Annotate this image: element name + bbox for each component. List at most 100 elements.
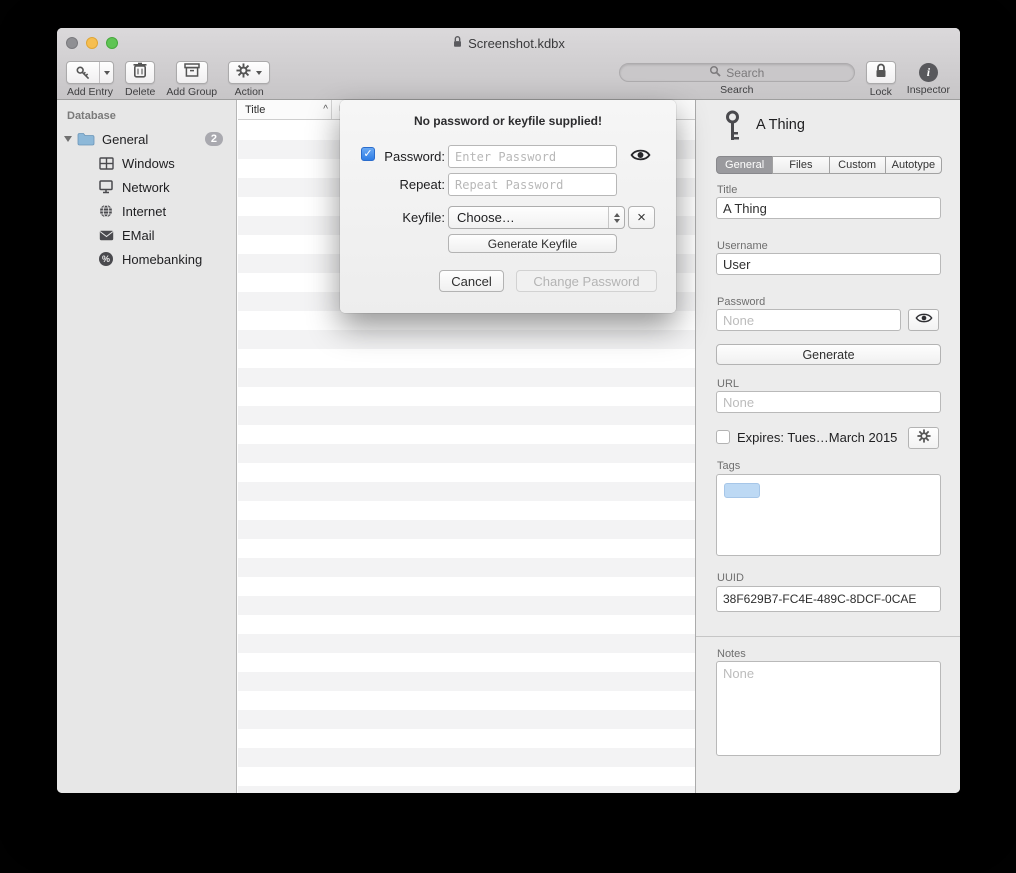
delete-button[interactable] bbox=[125, 61, 155, 84]
expires-settings-button[interactable] bbox=[908, 427, 939, 449]
sidebar-item-general[interactable]: General 2 bbox=[57, 127, 236, 151]
entry-count-badge: 2 bbox=[205, 132, 223, 146]
window-chrome: Screenshot.kdbx Add Entry bbox=[57, 28, 960, 100]
tab-autotype[interactable]: Autotype bbox=[885, 156, 942, 174]
inspector-tabs: General Files Custom Autotype bbox=[716, 156, 942, 174]
sidebar-item-network[interactable]: Network bbox=[57, 175, 236, 199]
tab-files[interactable]: Files bbox=[772, 156, 829, 174]
add-group-button[interactable] bbox=[176, 61, 208, 84]
inspector-toggle-button[interactable]: i bbox=[919, 63, 938, 82]
document-proxy-icon bbox=[452, 35, 463, 51]
sidebar-item-label: Homebanking bbox=[122, 252, 202, 267]
toolbar: Add Entry Delete bbox=[57, 58, 960, 99]
close-x-icon: × bbox=[637, 210, 646, 225]
column-header-title[interactable]: Title ^ bbox=[238, 100, 331, 119]
window-title: Screenshot.kdbx bbox=[468, 36, 565, 51]
keyfile-value: Choose… bbox=[457, 210, 515, 225]
password-label: Password bbox=[717, 296, 765, 308]
delete-item: Delete bbox=[125, 61, 155, 98]
title-label: Title bbox=[717, 184, 737, 196]
add-group-item: Add Group bbox=[166, 61, 217, 98]
add-entry-item: Add Entry bbox=[66, 61, 114, 98]
titlebar[interactable]: Screenshot.kdbx bbox=[57, 28, 960, 58]
keyfile-dropdown[interactable]: Choose… bbox=[448, 206, 625, 229]
password-field[interactable] bbox=[716, 309, 901, 331]
chevron-down-icon bbox=[104, 71, 110, 75]
cancel-button[interactable]: Cancel bbox=[439, 270, 504, 292]
reveal-password-button[interactable] bbox=[908, 309, 939, 331]
sidebar-item-label: Windows bbox=[122, 156, 175, 171]
folder-icon bbox=[77, 132, 95, 146]
chevron-down-icon bbox=[256, 71, 262, 75]
clear-keyfile-button[interactable]: × bbox=[628, 206, 655, 229]
app-window: Screenshot.kdbx Add Entry bbox=[57, 28, 960, 793]
url-field[interactable] bbox=[716, 391, 941, 413]
close-button[interactable] bbox=[66, 37, 78, 49]
uuid-label: UUID bbox=[717, 572, 744, 584]
inspector-panel: A Thing General Files Custom Autotype Ti… bbox=[695, 100, 960, 793]
sidebar-item-label: Network bbox=[122, 180, 170, 195]
generate-password-button[interactable]: Generate bbox=[716, 344, 941, 365]
action-button[interactable] bbox=[228, 61, 270, 84]
trash-icon bbox=[133, 62, 147, 83]
gear-icon bbox=[917, 429, 931, 448]
sidebar: Database General 2 Windows bbox=[57, 100, 237, 793]
lock-button[interactable] bbox=[866, 61, 896, 84]
sidebar-item-windows[interactable]: Windows bbox=[57, 151, 236, 175]
tab-general[interactable]: General bbox=[716, 156, 773, 174]
dialog-keyfile-label: Keyfile: bbox=[379, 210, 445, 225]
homebanking-icon: % bbox=[97, 252, 115, 266]
minimize-button[interactable] bbox=[86, 37, 98, 49]
dialog-repeat-input[interactable] bbox=[448, 173, 617, 196]
network-icon bbox=[97, 180, 115, 194]
sort-ascending-icon: ^ bbox=[323, 104, 328, 115]
change-password-dialog: No password or keyfile supplied! ✓ Passw… bbox=[340, 100, 676, 313]
action-item: Action bbox=[228, 61, 270, 98]
globe-icon bbox=[97, 204, 115, 218]
tags-field[interactable] bbox=[716, 474, 941, 556]
eye-icon bbox=[915, 311, 933, 329]
change-password-label: Change Password bbox=[533, 274, 639, 289]
uuid-field[interactable] bbox=[716, 586, 941, 612]
delete-label: Delete bbox=[125, 86, 155, 98]
lock-item: Lock bbox=[866, 61, 896, 98]
password-checkbox[interactable]: ✓ bbox=[361, 147, 375, 161]
change-password-button[interactable]: Change Password bbox=[516, 270, 657, 292]
dialog-reveal-password-button[interactable] bbox=[626, 147, 654, 167]
windows-icon bbox=[97, 157, 115, 170]
sidebar-item-email[interactable]: EMail bbox=[57, 223, 236, 247]
url-label: URL bbox=[717, 378, 739, 390]
dialog-password-label: Password: bbox=[379, 149, 445, 164]
search-placeholder: Search bbox=[726, 66, 764, 80]
sidebar-item-internet[interactable]: Internet bbox=[57, 199, 236, 223]
entry-title: A Thing bbox=[756, 117, 805, 133]
add-entry-button[interactable] bbox=[66, 61, 114, 84]
zoom-button[interactable] bbox=[106, 37, 118, 49]
generate-keyfile-button[interactable]: Generate Keyfile bbox=[448, 234, 617, 253]
action-label: Action bbox=[235, 86, 264, 98]
key-icon bbox=[725, 110, 740, 147]
cancel-label: Cancel bbox=[451, 274, 491, 289]
sidebar-header: Database bbox=[57, 106, 236, 127]
add-entry-dropdown[interactable] bbox=[99, 62, 113, 83]
sidebar-item-homebanking[interactable]: % Homebanking bbox=[57, 247, 236, 271]
sidebar-item-label: General bbox=[102, 132, 148, 147]
expires-label: Expires: Tues…March 2015 bbox=[737, 430, 897, 445]
generate-label: Generate bbox=[802, 348, 854, 362]
search-input[interactable]: Search bbox=[619, 63, 855, 82]
check-icon: ✓ bbox=[363, 149, 372, 160]
expires-checkbox[interactable] bbox=[716, 430, 730, 444]
title-field[interactable] bbox=[716, 197, 941, 219]
tags-label: Tags bbox=[717, 460, 740, 472]
dialog-password-input[interactable] bbox=[448, 145, 617, 168]
eye-icon bbox=[630, 148, 651, 167]
tab-custom[interactable]: Custom bbox=[829, 156, 886, 174]
window-title-area: Screenshot.kdbx bbox=[452, 35, 565, 51]
group-box-icon bbox=[184, 63, 200, 82]
username-field[interactable] bbox=[716, 253, 941, 275]
add-group-label: Add Group bbox=[166, 86, 217, 98]
sidebar-item-label: Internet bbox=[122, 204, 166, 219]
notes-field[interactable] bbox=[716, 661, 941, 756]
inspector-label: Inspector bbox=[907, 84, 950, 96]
disclosure-triangle-icon[interactable] bbox=[64, 136, 72, 142]
